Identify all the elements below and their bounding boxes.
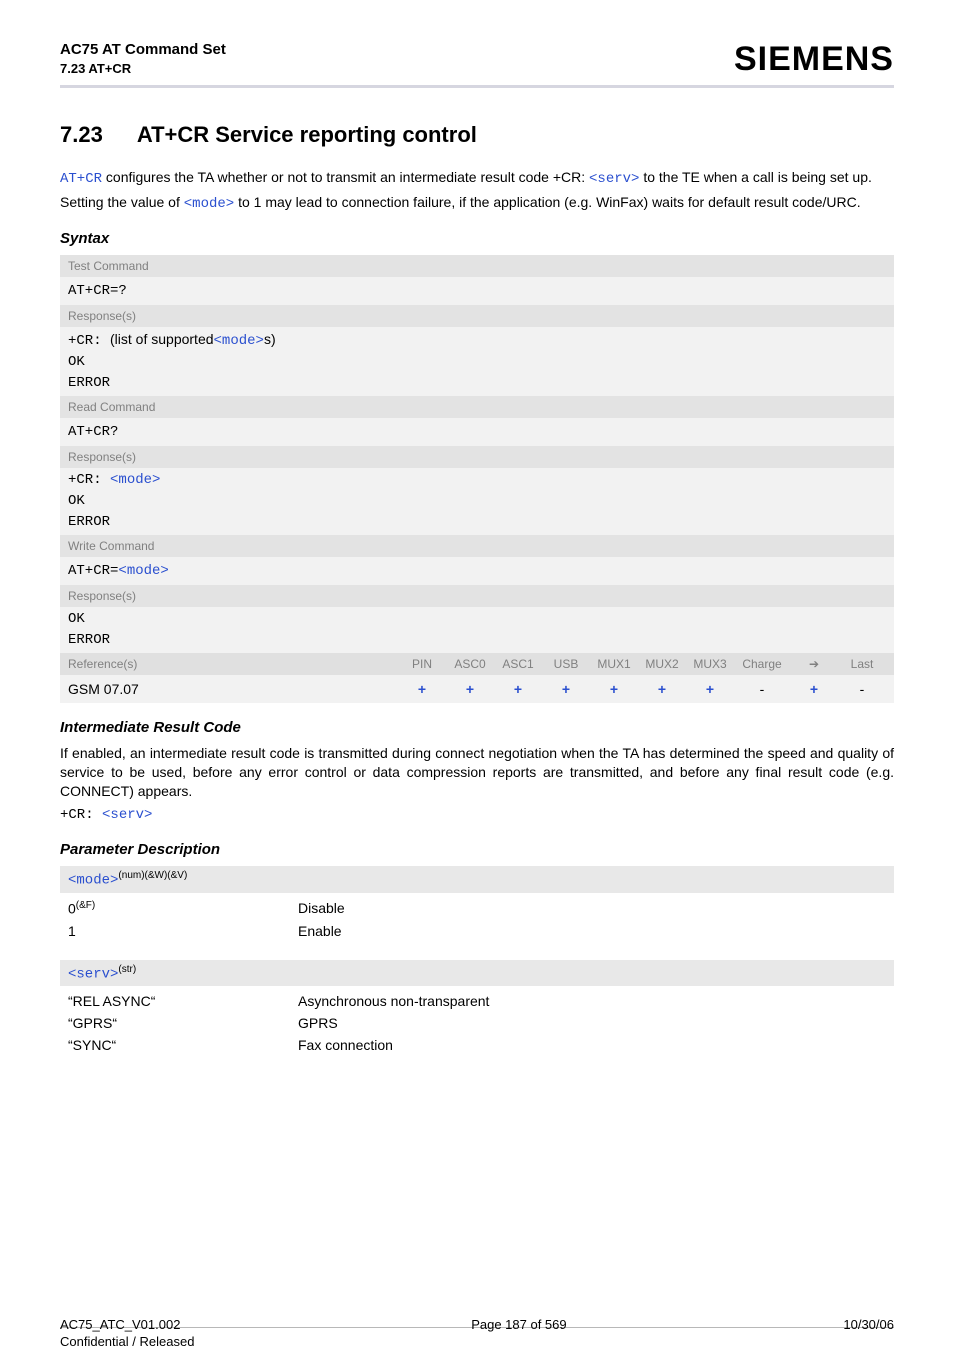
param-mode-block: <mode>(num)(&W)(&V) 0(&F) Disable 1 Enab… xyxy=(60,866,894,951)
col-mux2: MUX2 xyxy=(638,657,686,671)
mode-param-sup: (num)(&W)(&V) xyxy=(118,870,187,881)
response-label: Response(s) xyxy=(60,305,894,327)
header-rule xyxy=(60,85,894,88)
col-usb: USB xyxy=(542,657,590,671)
val-asc0: + xyxy=(446,681,494,697)
param-key: 1 xyxy=(68,923,298,939)
irc-code: +CR: <serv> xyxy=(60,806,894,825)
page-footer: AC75_ATC_V01.002 Confidential / Released… xyxy=(60,1313,894,1351)
write-command: AT+CR=<mode> xyxy=(60,557,894,585)
serv-link-2[interactable]: <serv> xyxy=(102,807,152,823)
irc-paragraph: If enabled, an intermediate result code … xyxy=(60,744,894,801)
product-name: AC75 AT Command Set xyxy=(60,40,226,60)
param-value: Fax connection xyxy=(298,1037,886,1053)
serv-link[interactable]: <serv> xyxy=(589,171,639,187)
intro-paragraph-2: Setting the value of <mode> to 1 may lea… xyxy=(60,193,894,214)
irc-heading: Intermediate Result Code xyxy=(60,719,894,736)
mode-link-4[interactable]: <mode> xyxy=(118,563,168,579)
header-subsection: 7.23 AT+CR xyxy=(60,60,226,78)
section-title: 7.23 AT+CR Service reporting control xyxy=(60,122,894,148)
val-pin: + xyxy=(398,681,446,697)
table-row: 1 Enable xyxy=(68,920,886,942)
param-desc-heading: Parameter Description xyxy=(60,841,894,858)
footer-left: AC75_ATC_V01.002 Confidential / Released xyxy=(60,1317,194,1351)
read-command: AT+CR? xyxy=(60,418,894,446)
mode-link-3[interactable]: <mode> xyxy=(110,472,160,488)
val-mux2: + xyxy=(638,681,686,697)
col-pin: PIN xyxy=(398,657,446,671)
atcr-link[interactable]: AT+CR xyxy=(60,171,102,187)
serv-param-name[interactable]: <serv> xyxy=(68,966,118,982)
read-response: +CR: <mode> OK ERROR xyxy=(60,468,894,535)
table-row: “SYNC“ Fax connection xyxy=(68,1034,886,1056)
write-command-label: Write Command xyxy=(60,535,894,557)
val-asc1: + xyxy=(494,681,542,697)
param-serv-block: <serv>(str) “REL ASYNC“ Asynchronous non… xyxy=(60,960,894,1067)
write-response: OK ERROR xyxy=(60,607,894,653)
test-response: +CR: (list of supported<mode>s) OK ERROR xyxy=(60,327,894,396)
section-number: 7.23 xyxy=(60,122,103,148)
page-header: AC75 AT Command Set 7.23 AT+CR SIEMENS xyxy=(60,40,894,79)
table-row: 0(&F) Disable xyxy=(68,897,886,920)
mode-param-name[interactable]: <mode> xyxy=(68,873,118,889)
col-mux1: MUX1 xyxy=(590,657,638,671)
val-mux1: + xyxy=(590,681,638,697)
col-asc1: ASC1 xyxy=(494,657,542,671)
references-label: Reference(s) xyxy=(68,657,398,671)
header-left: AC75 AT Command Set 7.23 AT+CR xyxy=(60,40,226,78)
gsm-reference: GSM 07.07 xyxy=(68,681,398,697)
param-mode-head: <mode>(num)(&W)(&V) xyxy=(60,866,894,893)
val-mux3: + xyxy=(686,681,734,697)
param-value: GPRS xyxy=(298,1015,886,1031)
col-asc0: ASC0 xyxy=(446,657,494,671)
response-label-3: Response(s) xyxy=(60,585,894,607)
mode-link[interactable]: <mode> xyxy=(184,196,234,212)
param-value: Enable xyxy=(298,923,886,939)
val-arrow: + xyxy=(790,681,838,697)
reference-value-row: GSM 07.07 + + + + + + + - + - xyxy=(60,675,894,703)
val-charge: - xyxy=(734,681,790,697)
param-mode-body: 0(&F) Disable 1 Enable xyxy=(60,893,894,952)
serv-param-sup: (str) xyxy=(118,964,136,975)
response-label-2: Response(s) xyxy=(60,446,894,468)
read-command-label: Read Command xyxy=(60,396,894,418)
param-value: Disable xyxy=(298,900,886,917)
param-value: Asynchronous non-transparent xyxy=(298,993,886,1009)
col-mux3: MUX3 xyxy=(686,657,734,671)
param-key: “GPRS“ xyxy=(68,1015,298,1031)
param-key: “SYNC“ xyxy=(68,1037,298,1053)
col-last: Last xyxy=(838,657,886,671)
siemens-logo: SIEMENS xyxy=(734,40,894,79)
param-serv-head: <serv>(str) xyxy=(60,960,894,987)
param-key: 0(&F) xyxy=(68,900,298,917)
val-last: - xyxy=(838,681,886,697)
param-key: “REL ASYNC“ xyxy=(68,993,298,1009)
val-usb: + xyxy=(542,681,590,697)
table-row: “GPRS“ GPRS xyxy=(68,1012,886,1034)
param-serv-body: “REL ASYNC“ Asynchronous non-transparent… xyxy=(60,986,894,1066)
footer-center: Page 187 of 569 xyxy=(471,1317,566,1351)
col-charge: Charge xyxy=(734,657,790,671)
syntax-heading: Syntax xyxy=(60,230,894,247)
table-row: “REL ASYNC“ Asynchronous non-transparent xyxy=(68,990,886,1012)
reference-header-row: Reference(s) PIN ASC0 ASC1 USB MUX1 MUX2… xyxy=(60,653,894,675)
intro-paragraph-1: AT+CR configures the TA whether or not t… xyxy=(60,168,894,189)
footer-right: 10/30/06 xyxy=(843,1317,894,1351)
mode-link-2[interactable]: <mode> xyxy=(214,333,264,349)
test-command-label: Test Command xyxy=(60,255,894,277)
syntax-table: Test Command AT+CR=? Response(s) +CR: (l… xyxy=(60,255,894,703)
section-heading: AT+CR Service reporting control xyxy=(137,122,477,147)
test-command: AT+CR=? xyxy=(60,277,894,305)
col-arrow-icon: ➔ xyxy=(790,657,838,671)
